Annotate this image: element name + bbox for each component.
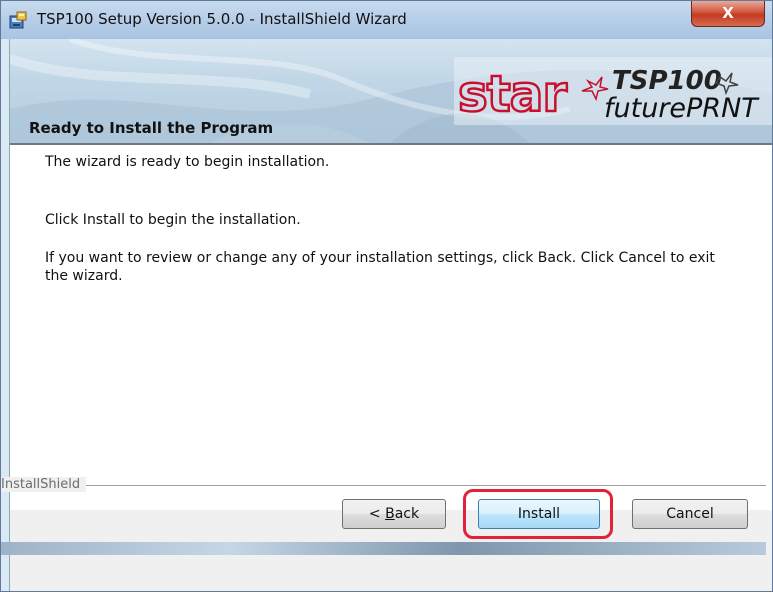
close-button[interactable]: X xyxy=(691,1,765,27)
page-title: Ready to Install the Program xyxy=(29,119,274,137)
star-futureprnt-logo: star TSP100 futurePRNT xyxy=(454,57,772,125)
close-icon: X xyxy=(722,4,734,22)
installer-window: TSP100 Setup Version 5.0.0 - InstallShie… xyxy=(0,0,773,592)
logo-brand-text: star xyxy=(458,65,567,123)
installer-icon xyxy=(9,11,27,29)
logo-tagline-text: futurePRNT xyxy=(604,93,760,124)
cancel-button[interactable]: Cancel xyxy=(632,499,748,529)
content-panel xyxy=(10,145,772,510)
back-button-label-rest: ack xyxy=(394,506,420,522)
review-settings-text: If you want to review or change any of y… xyxy=(45,250,715,284)
window-title: TSP100 Setup Version 5.0.0 - InstallShie… xyxy=(37,10,407,28)
back-button-accelerator: B xyxy=(385,506,395,522)
back-button-prefix: < xyxy=(368,506,386,522)
page-subtitle: The wizard is ready to begin installatio… xyxy=(45,154,330,170)
logo-product-text: TSP100 xyxy=(612,66,722,96)
installshield-label: InstallShield xyxy=(1,477,87,492)
back-button[interactable]: < Back xyxy=(342,499,446,529)
title-bar[interactable]: TSP100 Setup Version 5.0.0 - InstallShie… xyxy=(1,1,772,39)
footer-divider-highlight xyxy=(1,486,766,487)
install-instruction: Click Install to begin the installation. xyxy=(45,212,301,228)
install-highlight-frame xyxy=(463,489,613,539)
window-bottom-edge xyxy=(1,542,766,555)
